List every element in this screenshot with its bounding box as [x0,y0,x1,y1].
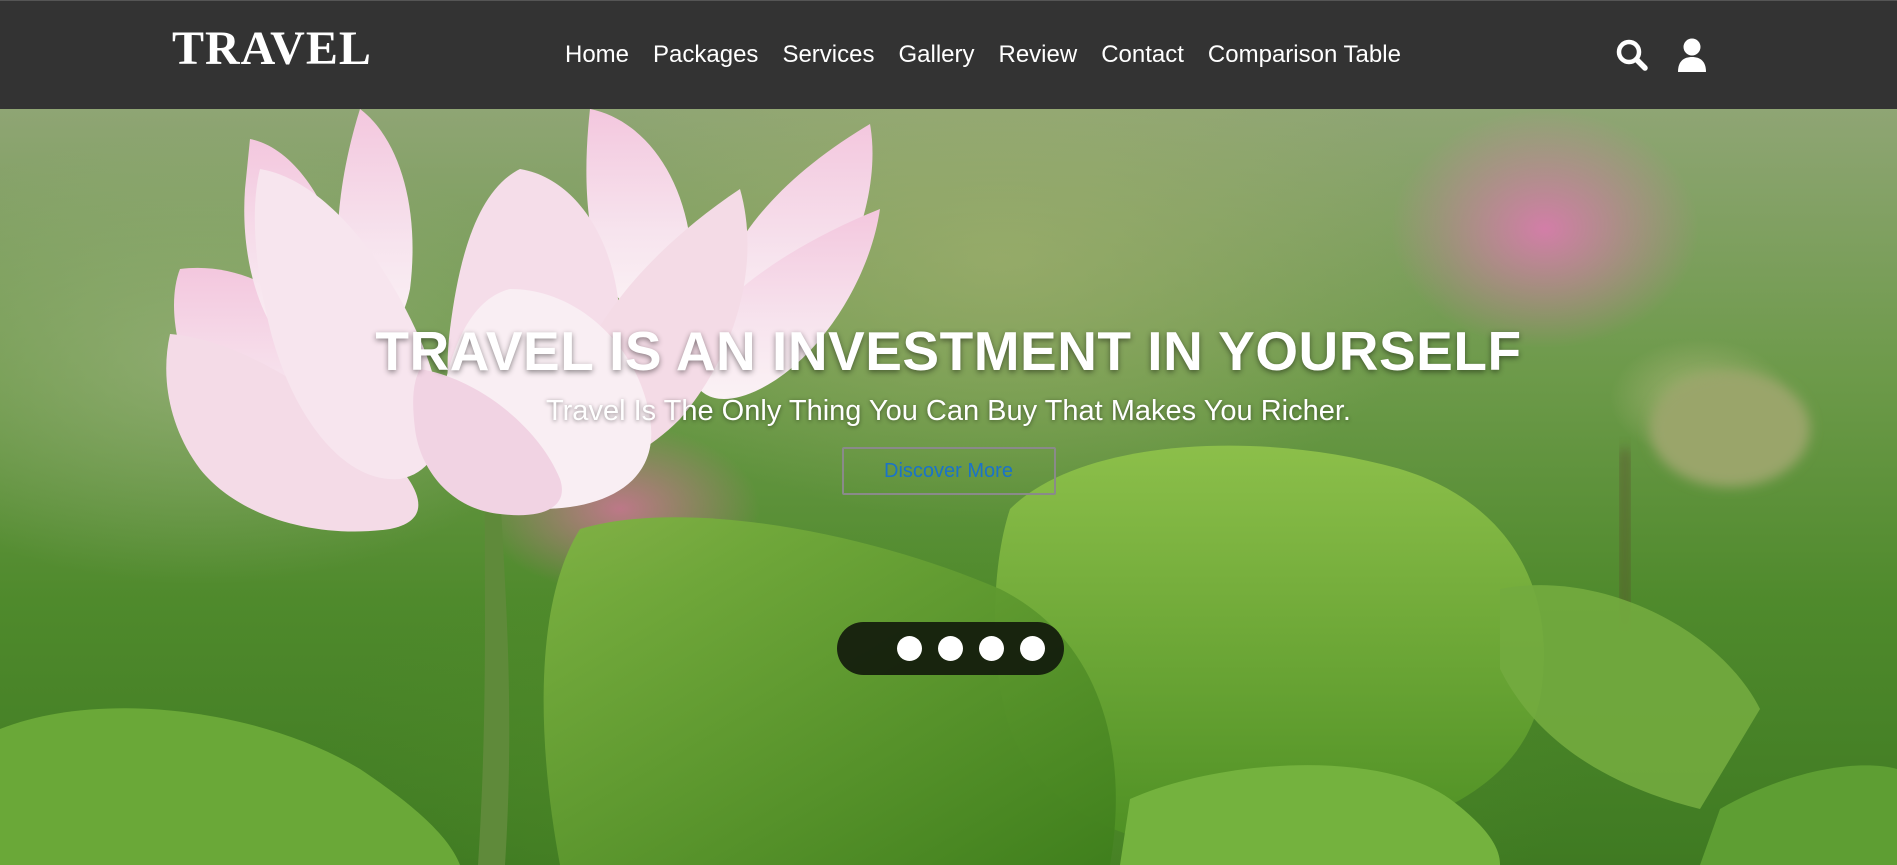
slider-pagination [837,622,1064,675]
discover-more-button[interactable]: Discover More [841,447,1056,495]
hero-content: TRAVEL IS AN INVESTMENT IN YOURSELF Trav… [0,324,1897,495]
hero-banner: TRAVEL IS AN INVESTMENT IN YOURSELF Trav… [0,109,1897,865]
slide-dot-2[interactable] [938,636,963,661]
nav-link-contact[interactable]: Contact [1101,43,1184,67]
hero-title: TRAVEL IS AN INVESTMENT IN YOURSELF [375,320,1522,382]
user-icon[interactable] [1675,37,1709,73]
nav-link-comparison-table[interactable]: Comparison Table [1208,43,1401,67]
page: TRAVEL Home Packages Services Gallery Re… [0,0,1897,865]
site-header: TRAVEL Home Packages Services Gallery Re… [0,0,1897,109]
main-nav: Home Packages Services Gallery Review Co… [565,43,1401,67]
slide-dot-1[interactable] [897,636,922,661]
nav-link-packages[interactable]: Packages [653,43,758,67]
slide-dot-3[interactable] [979,636,1004,661]
site-logo[interactable]: TRAVEL [172,25,372,73]
hero-subtitle: Travel Is The Only Thing You Can Buy Tha… [546,395,1351,427]
nav-link-gallery[interactable]: Gallery [898,43,974,67]
slide-dot-4[interactable] [1020,636,1045,661]
search-icon[interactable] [1615,37,1649,73]
nav-link-services[interactable]: Services [782,43,874,67]
nav-link-review[interactable]: Review [999,43,1078,67]
header-actions [1615,37,1709,73]
nav-link-home[interactable]: Home [565,43,629,67]
